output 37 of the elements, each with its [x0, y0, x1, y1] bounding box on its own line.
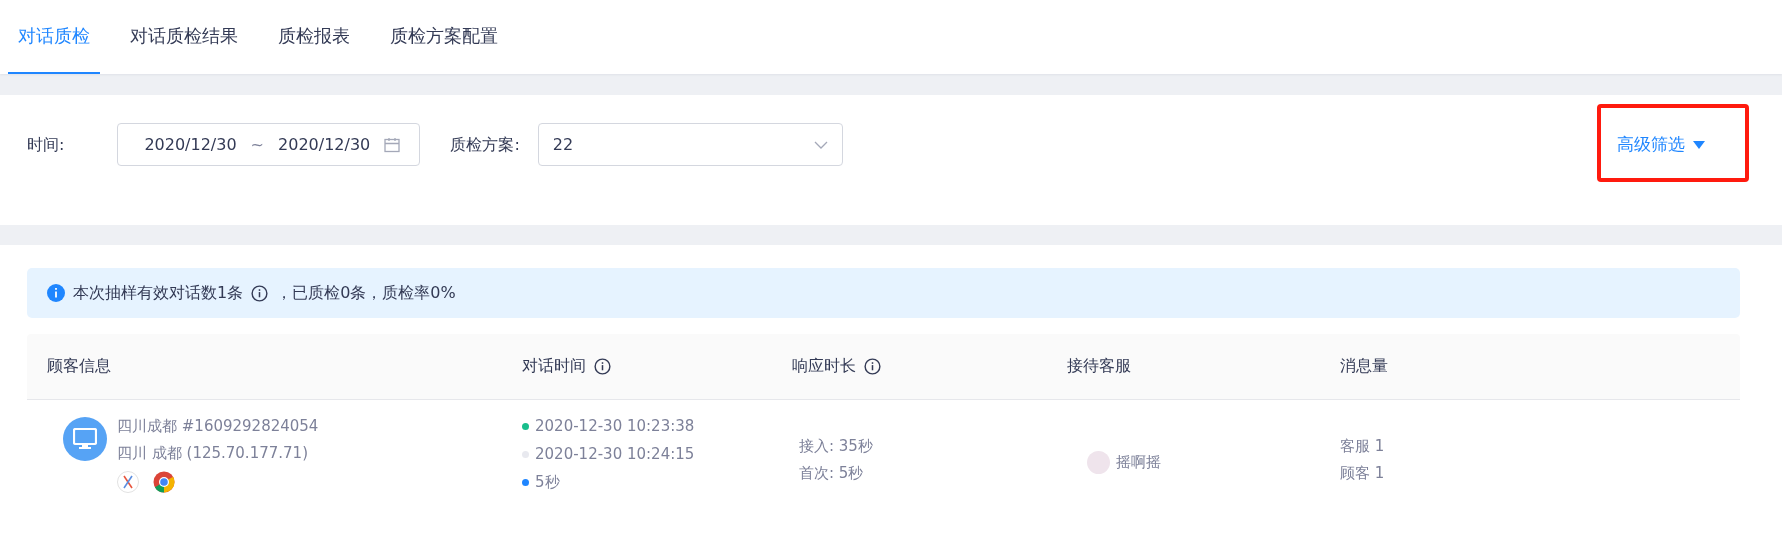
response-time: 接入: 35秒 [799, 437, 874, 456]
plan-select[interactable]: 22 [537, 123, 843, 166]
customer-location: 四川 成都 (125.70.177.71) [117, 444, 309, 463]
desktop-avatar-icon [63, 417, 107, 461]
notice-text: 本次抽样有效对话数1条 [73, 282, 244, 304]
time-text: 5秒 [535, 473, 560, 492]
agent-avatar [1087, 450, 1110, 474]
tab[interactable]: 对话质检 [8, 0, 100, 74]
tab[interactable]: 质检报表 [268, 0, 360, 74]
plan-label: 质检方案: [450, 134, 520, 156]
message-count: 客服 1 [1340, 437, 1386, 456]
info-icon [251, 284, 269, 302]
browser-icon [153, 471, 175, 493]
column-header: 接待客服 [1067, 356, 1131, 377]
column-header: 响应时长 [792, 356, 856, 377]
tab[interactable]: 质检方案配置 [380, 0, 508, 74]
customer-name: 四川成都 #1609292824054 [117, 417, 319, 436]
tab[interactable]: 对话质检结果 [120, 0, 248, 74]
time-text: 2020-12-30 10:23:38 [535, 417, 695, 435]
time-label: 时间: [27, 134, 65, 156]
date-range-field[interactable]: 2020/12/30 ~ 2020/12/30 [117, 123, 421, 166]
info-icon [47, 284, 65, 302]
calendar-icon [384, 136, 401, 153]
column-header: 对话时间 [522, 356, 586, 377]
column-header: 顾客信息 [47, 356, 111, 377]
caret-icon [1693, 140, 1705, 149]
info-icon [864, 358, 881, 375]
column-header: 消息量 [1340, 356, 1388, 377]
message-count: 顾客 1 [1340, 464, 1386, 483]
response-time: 首次: 5秒 [799, 464, 865, 483]
agent-name: 摇啊摇 [1116, 452, 1161, 472]
info-icon [594, 358, 611, 375]
advanced-filter-button[interactable]: 高级筛选 [1617, 123, 1705, 166]
notice-text: ，已质检0条，质检率0% [276, 282, 456, 304]
time-text: 2020-12-30 10:24:15 [535, 445, 695, 463]
os-icon [117, 471, 139, 493]
chevron-down-icon [813, 140, 828, 149]
